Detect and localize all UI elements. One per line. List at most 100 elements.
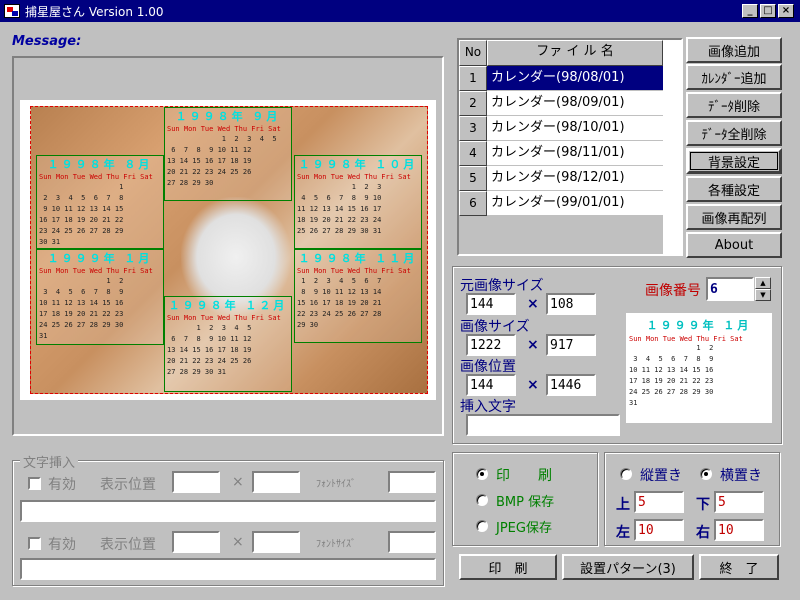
spin-down-icon[interactable]: ▼ <box>755 289 771 301</box>
message-label: Message: <box>12 34 82 49</box>
calendar-1999-01[interactable]: １９９９年 １月 Sun Mon Tue Wed Thu Fri Sat 1 2… <box>36 249 164 345</box>
file-table[interactable]: No ファ イ ル 名 1 カレンダー(98/08/01) 2 カレンダー(98… <box>457 38 683 256</box>
enabled-label-1: 有効 <box>48 477 76 493</box>
table-row[interactable]: カレンダー(98/12/01) <box>487 166 663 191</box>
row-number[interactable]: 6 <box>459 191 487 216</box>
bottom-margin-field[interactable]: 5 <box>714 491 764 513</box>
display-position-label-1: 表示位置 <box>100 477 156 493</box>
pos-x-field-2[interactable] <box>172 531 220 553</box>
table-row[interactable]: カレンダー(98/11/01) <box>487 141 663 166</box>
calendar-dates: 1 2 3 4 5 6 7 8 9 10 11 12 13 14 15 16 1… <box>167 135 277 187</box>
calendar-weekdays: Sun Mon Tue Wed Thu Fri Sat <box>39 267 153 275</box>
maximize-button[interactable]: □ <box>760 4 776 18</box>
title-bar: 捕星屋さん Version 1.00 _ □ × <box>0 0 800 22</box>
layout-pattern-button[interactable]: 設置パターン(3) <box>562 554 694 580</box>
close-button[interactable]: × <box>778 4 794 18</box>
image-height-field[interactable]: 917 <box>546 334 596 356</box>
jpeg-save-radio[interactable] <box>476 520 488 532</box>
table-row[interactable]: カレンダー(98/10/01) <box>487 116 663 141</box>
image-width-field[interactable]: 1222 <box>466 334 516 356</box>
background-settings-button[interactable]: 背景設定 <box>686 148 782 174</box>
table-row[interactable]: カレンダー(98/09/01) <box>487 91 663 116</box>
col-header-filename[interactable]: ファ イ ル 名 <box>487 40 663 66</box>
preview-dates: 1 2 3 4 5 6 7 8 9 10 11 12 13 14 15 16 1… <box>629 344 714 407</box>
enabled-checkbox-1[interactable] <box>28 477 41 490</box>
preview-weekdays: Sun Mon Tue Wed Thu Fri Sat <box>629 335 743 343</box>
row-number[interactable]: 4 <box>459 141 487 166</box>
calendar-title: １９９８年 ９月 <box>175 110 281 123</box>
horizontal-radio[interactable] <box>700 468 712 480</box>
left-margin-field[interactable]: 10 <box>634 519 684 541</box>
insert-text-input-2[interactable] <box>20 558 436 580</box>
calendar-dates: 1 2 3 4 5 6 7 8 9 10 11 12 13 14 15 16 1… <box>39 183 124 246</box>
calendar-weekdays: Sun Mon Tue Wed Thu Fri Sat <box>297 173 411 181</box>
spin-up-icon[interactable]: ▲ <box>755 277 771 289</box>
image-number-spinner[interactable]: ▲ ▼ <box>755 277 771 301</box>
font-size-label-2: ﾌｫﾝﾄｻｲｽﾞ <box>316 539 356 550</box>
calendar-1998-12[interactable]: １９９８年 １２月 Sun Mon Tue Wed Thu Fri Sat 1 … <box>164 296 292 392</box>
calendar-1998-11[interactable]: １９９８年 １１月 Sun Mon Tue Wed Thu Fri Sat 1 … <box>294 249 422 343</box>
top-margin-label: 上 <box>616 497 630 513</box>
calendar-weekdays: Sun Mon Tue Wed Thu Fri Sat <box>167 125 281 133</box>
left-margin-label: 左 <box>616 525 630 541</box>
col-header-no[interactable]: No <box>459 40 487 66</box>
rearrange-images-button[interactable]: 画像再配列 <box>686 204 782 230</box>
exit-button[interactable]: 終 了 <box>699 554 779 580</box>
print-radio[interactable] <box>476 468 488 480</box>
add-calendar-button[interactable]: ｶﾚﾝﾀﾞｰ追加 <box>686 64 782 90</box>
times-sign: × <box>232 534 244 550</box>
calendar-1998-10[interactable]: １９９８年 １０月 Sun Mon Tue Wed Thu Fri Sat 1 … <box>294 155 422 249</box>
orig-height-field[interactable]: 108 <box>546 293 596 315</box>
insert-text-label: 挿入文字 <box>460 399 516 415</box>
pos-x-field-1[interactable] <box>172 471 220 493</box>
font-size-field-1[interactable] <box>388 471 436 493</box>
table-row[interactable]: カレンダー(99/01/01) <box>487 191 663 216</box>
add-image-button[interactable]: 画像追加 <box>686 37 782 63</box>
row-number[interactable]: 1 <box>459 66 487 91</box>
row-number[interactable]: 3 <box>459 116 487 141</box>
table-row[interactable]: カレンダー(98/08/01) <box>487 66 663 91</box>
text-insert-label: 文字挿入 <box>20 452 79 471</box>
image-number-field[interactable]: 6 <box>706 277 754 301</box>
calendar-1998-08[interactable]: １９９８年 ８月 Sun Mon Tue Wed Thu Fri Sat 1 2… <box>36 155 164 249</box>
minimize-button[interactable]: _ <box>742 4 758 18</box>
bottom-margin-label: 下 <box>696 497 710 513</box>
display-position-label-2: 表示位置 <box>100 537 156 553</box>
enabled-checkbox-2[interactable] <box>28 537 41 550</box>
top-margin-field[interactable]: 5 <box>634 491 684 513</box>
delete-all-data-button[interactable]: ﾃﾞｰﾀ全削除 <box>686 120 782 146</box>
row-number[interactable]: 2 <box>459 91 487 116</box>
calendar-title: １９９９年 １月 <box>47 252 153 265</box>
font-size-field-2[interactable] <box>388 531 436 553</box>
row-number[interactable]: 5 <box>459 166 487 191</box>
calendar-dates: 1 2 3 4 5 6 7 8 9 10 11 12 13 14 15 16 1… <box>297 277 382 329</box>
pos-y-field-2[interactable] <box>252 531 300 553</box>
calendar-1998-09[interactable]: １９９８年 ９月 Sun Mon Tue Wed Thu Fri Sat 1 2… <box>164 107 292 201</box>
calendar-weekdays: Sun Mon Tue Wed Thu Fri Sat <box>297 267 411 275</box>
insert-text-field[interactable] <box>466 414 620 436</box>
vertical-label: 縦置き <box>640 468 682 484</box>
image-size-label: 画像サイズ <box>460 319 530 335</box>
pos-y-field-1[interactable] <box>252 471 300 493</box>
position-x-field[interactable]: 144 <box>466 374 516 396</box>
orig-width-field[interactable]: 144 <box>466 293 516 315</box>
position-y-field[interactable]: 1446 <box>546 374 596 396</box>
times-sign: × <box>527 377 539 393</box>
insert-text-input-1[interactable] <box>20 500 436 522</box>
print-button[interactable]: 印 刷 <box>459 554 557 580</box>
vertical-radio[interactable] <box>620 468 632 480</box>
canvas-area[interactable]: １９９８年 ９月 Sun Mon Tue Wed Thu Fri Sat 1 2… <box>12 56 444 436</box>
preview-calendar: １９９９年 １月 Sun Mon Tue Wed Thu Fri Sat 1 2… <box>626 313 772 423</box>
delete-data-button[interactable]: ﾃﾞｰﾀ削除 <box>686 92 782 118</box>
app-icon[interactable] <box>4 4 20 18</box>
about-button[interactable]: About <box>686 232 782 258</box>
right-margin-field[interactable]: 10 <box>714 519 764 541</box>
various-settings-button[interactable]: 各種設定 <box>686 176 782 202</box>
bmp-save-radio[interactable] <box>476 494 488 506</box>
enabled-label-2: 有効 <box>48 537 76 553</box>
image-position-label: 画像位置 <box>460 359 516 375</box>
calendar-dates: 1 2 3 4 5 6 7 8 9 10 11 12 13 14 15 16 1… <box>167 324 252 376</box>
calendar-weekdays: Sun Mon Tue Wed Thu Fri Sat <box>167 314 281 322</box>
times-sign: × <box>232 474 244 490</box>
font-size-label-1: ﾌｫﾝﾄｻｲｽﾞ <box>316 479 356 490</box>
